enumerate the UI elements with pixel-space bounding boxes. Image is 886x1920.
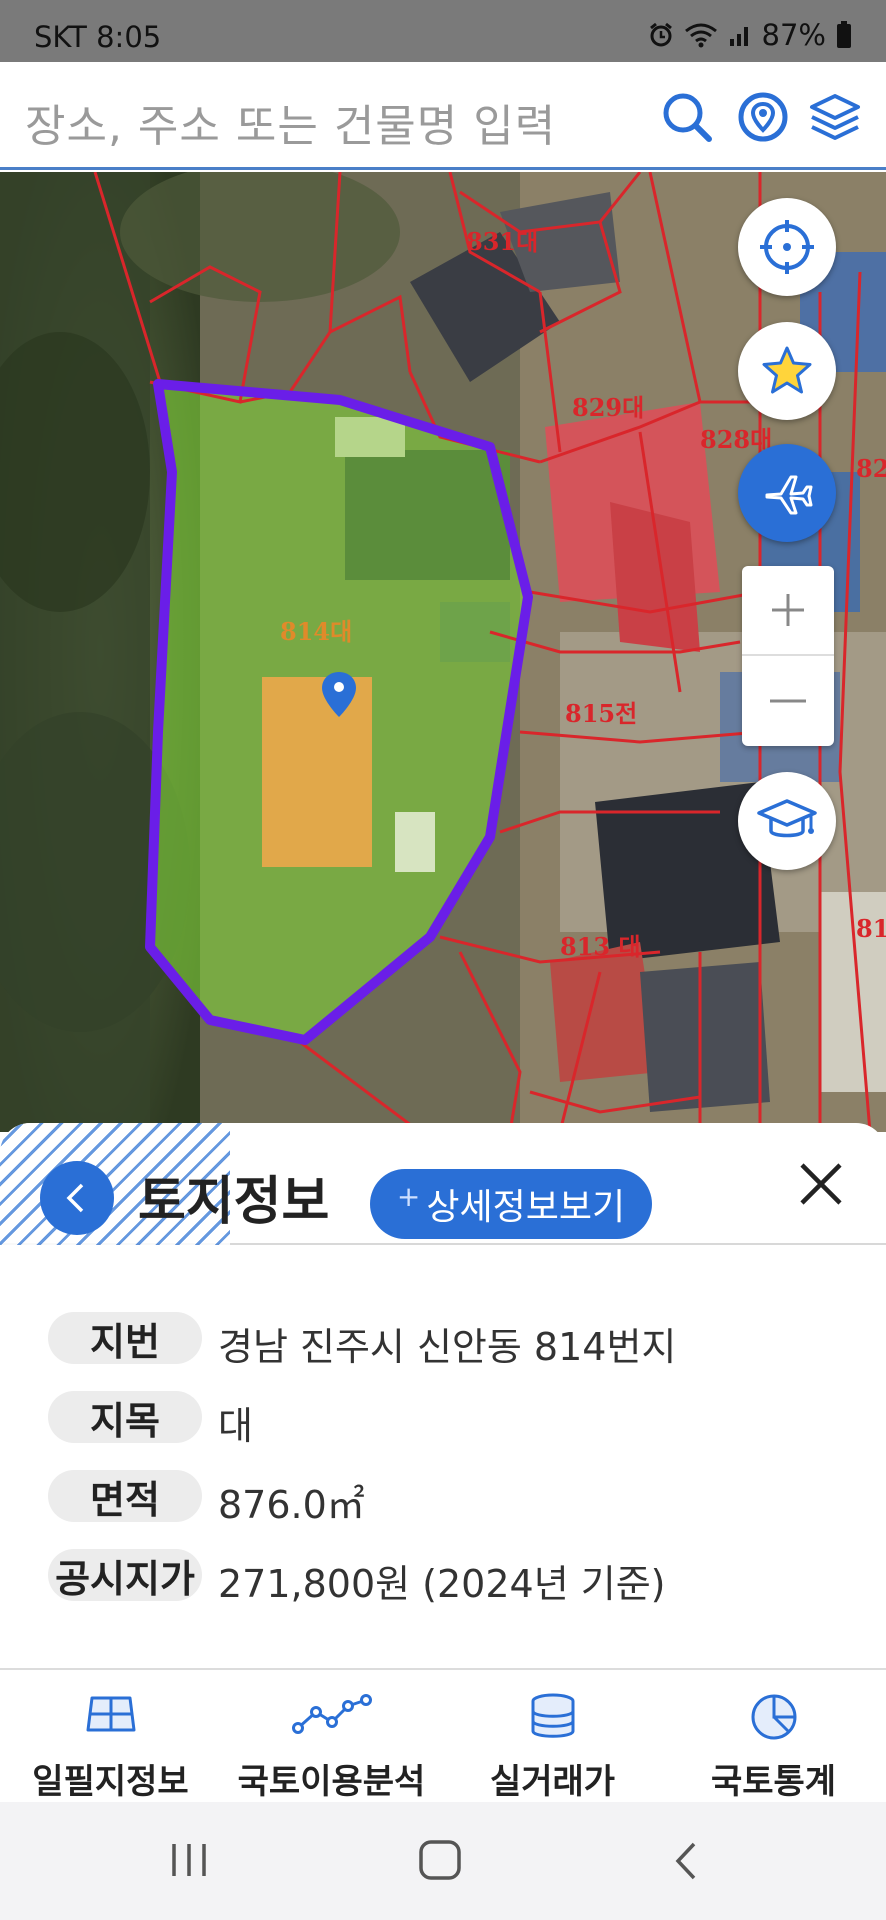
info-value: 대	[218, 1404, 253, 1448]
info-label: 면적	[48, 1470, 202, 1522]
plus-icon	[772, 594, 804, 626]
parcel-label-selected: 814대	[280, 617, 353, 646]
wifi-icon	[684, 22, 718, 48]
nav-item-real-transaction-price[interactable]: 실거래가	[442, 1670, 663, 1804]
info-label: 지번	[48, 1312, 202, 1364]
my-location-button[interactable]	[736, 90, 790, 144]
crosshair-icon	[760, 220, 814, 274]
sheet-title: 토지정보	[138, 1172, 330, 1232]
current-location-button[interactable]	[738, 198, 836, 296]
view-details-button[interactable]: + 상세정보보기	[370, 1169, 652, 1239]
zoom-in-button[interactable]	[742, 566, 834, 656]
layers-icon	[810, 94, 860, 140]
system-nav-bar	[0, 1802, 886, 1920]
database-icon	[531, 1693, 574, 1738]
alarm-icon	[648, 22, 674, 48]
land-info-sheet: 토지정보 + 상세정보보기 지번 경남 진주시 신안동 814번지 지목 대 면…	[0, 1123, 886, 1668]
status-bar: SKT 8:05 87%	[0, 0, 886, 62]
zoom-out-button[interactable]	[742, 656, 834, 746]
view-details-label: 상세정보보기	[426, 1187, 626, 1228]
back-nav-button[interactable]	[670, 1840, 702, 1886]
search-icon	[663, 93, 712, 142]
back-button[interactable]	[40, 1161, 114, 1235]
info-row-lot-number: 지번 경남 진주시 신안동 814번지	[48, 1308, 848, 1369]
nav-item-parcel-info[interactable]: 일필지정보	[0, 1670, 221, 1804]
info-label: 지목	[48, 1391, 202, 1443]
parcel-label: 829대	[572, 393, 645, 422]
chevron-left-icon	[66, 1183, 84, 1213]
search-button[interactable]	[660, 90, 714, 144]
nav-item-land-use-analysis[interactable]: 국토이용분석	[221, 1670, 442, 1804]
map-view[interactable]: 831대 829대 828대 814대 815전 813 대 82 81	[0, 172, 886, 1132]
nav-label: 국토이용분석	[237, 1762, 426, 1802]
info-label: 공시지가	[48, 1549, 202, 1601]
recent-apps-icon	[172, 1844, 206, 1876]
nav-label: 국토통계	[710, 1762, 837, 1802]
info-row-official-land-price: 공시지가 271,800원 (2024년 기준)	[48, 1545, 848, 1606]
parcel-label: 82	[856, 454, 886, 483]
education-button[interactable]	[738, 772, 836, 870]
zoom-controls	[742, 566, 834, 746]
parcel-label: 831대	[466, 227, 539, 256]
nav-label: 실거래가	[489, 1762, 616, 1802]
layers-button[interactable]	[808, 90, 862, 144]
bottom-nav: 일필지정보 국토이용분석 실거래가 국토통계	[0, 1668, 886, 1802]
parcel-label: 813 대	[560, 932, 641, 961]
info-value: 경남 진주시 신안동 814번지	[218, 1325, 677, 1369]
close-icon	[800, 1163, 842, 1205]
line-chart-icon	[291, 1694, 372, 1734]
status-carrier-time: SKT 8:05	[34, 20, 162, 54]
nav-label: 일필지정보	[32, 1762, 189, 1802]
location-pin-icon	[738, 92, 788, 142]
info-value: 876.0㎡	[218, 1483, 365, 1527]
parcel-label: 815전	[565, 699, 638, 728]
home-button[interactable]	[418, 1840, 462, 1884]
info-value: 271,800원 (2024년 기준)	[218, 1562, 666, 1606]
search-bar: 장소, 주소 또는 건물명 입력	[0, 62, 886, 170]
sheet-header: 토지정보 + 상세정보보기	[0, 1123, 886, 1245]
star-icon	[762, 346, 812, 394]
status-icons: 87%	[648, 18, 852, 52]
info-row-area: 면적 876.0㎡	[48, 1466, 848, 1527]
battery-icon	[836, 21, 852, 49]
close-button[interactable]	[796, 1159, 846, 1213]
search-input[interactable]: 장소, 주소 또는 건물명 입력	[25, 90, 556, 154]
favorite-button[interactable]	[738, 322, 836, 420]
parcel-label: 81	[856, 914, 886, 943]
aerial-view-button[interactable]	[738, 444, 836, 542]
pie-chart-icon	[751, 1694, 796, 1740]
back-icon	[675, 1842, 696, 1880]
airplane-icon	[765, 475, 813, 515]
nav-item-land-statistics[interactable]: 국토통계	[663, 1670, 884, 1804]
battery-percent: 87%	[761, 18, 826, 52]
signal-icon	[728, 23, 752, 47]
parcel-grid-icon	[86, 1696, 135, 1732]
recent-apps-button[interactable]	[168, 1840, 210, 1884]
info-row-land-category: 지목 대	[48, 1387, 848, 1448]
graduation-cap-icon	[757, 799, 817, 838]
minus-icon	[770, 699, 806, 703]
plus-icon: +	[396, 1179, 421, 1213]
home-icon	[419, 1840, 461, 1880]
